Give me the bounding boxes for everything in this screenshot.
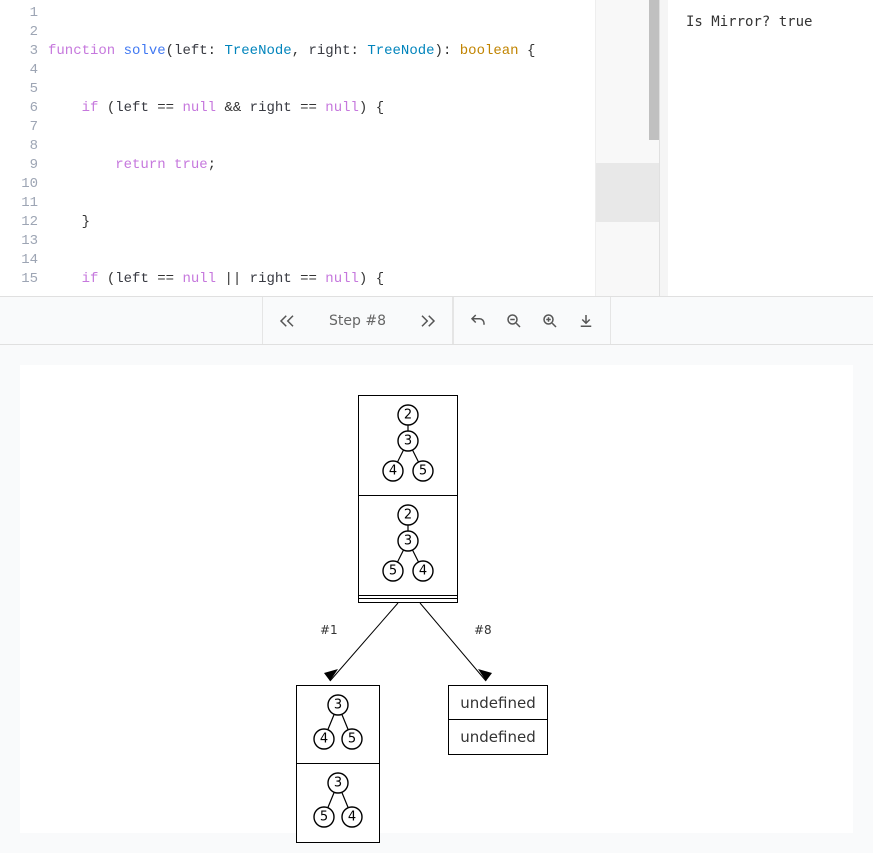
output-text: Is Mirror? true xyxy=(686,14,812,30)
code-area[interactable]: function solve(left: TreeNode, right: Tr… xyxy=(48,0,659,296)
svg-text:3: 3 xyxy=(334,776,342,791)
step-forward-button[interactable] xyxy=(410,303,446,339)
svg-text:4: 4 xyxy=(348,810,356,825)
tree-diagram: 3 5 4 xyxy=(297,765,379,841)
svg-text:5: 5 xyxy=(320,810,328,825)
svg-text:5: 5 xyxy=(419,463,427,478)
download-button[interactable] xyxy=(568,303,604,339)
zoom-in-button[interactable] xyxy=(532,303,568,339)
zoom-out-button[interactable] xyxy=(496,303,532,339)
minimap[interactable] xyxy=(595,0,659,296)
tree-diagram: 2 3 4 5 xyxy=(359,397,457,495)
svg-text:3: 3 xyxy=(404,533,412,548)
tree-edge xyxy=(418,603,498,693)
svg-text:2: 2 xyxy=(404,407,412,422)
line-gutter: 1 2 3 4 5 6 7 8 9 10 11 12 13 14 15 xyxy=(0,0,48,296)
edge-label: #8 xyxy=(474,623,492,637)
svg-text:3: 3 xyxy=(334,697,342,712)
svg-text:4: 4 xyxy=(320,731,328,746)
undefined-cell: undefined xyxy=(449,720,547,754)
svg-text:2: 2 xyxy=(404,507,412,522)
svg-text:5: 5 xyxy=(389,563,397,578)
stack-frame-right: undefined undefined xyxy=(448,685,548,755)
stack-frame-left: 3 4 5 3 5 4 xyxy=(296,685,380,843)
tree-diagram: 2 3 5 4 xyxy=(359,497,457,595)
edge-label: #1 xyxy=(320,623,338,637)
svg-text:5: 5 xyxy=(348,731,356,746)
undefined-cell: undefined xyxy=(449,686,547,720)
svg-text:4: 4 xyxy=(389,463,397,478)
toolbar: Step #8 xyxy=(0,297,873,345)
tree-diagram: 3 4 5 xyxy=(297,687,379,763)
tree-edge xyxy=(320,603,400,693)
code-editor[interactable]: 1 2 3 4 5 6 7 8 9 10 11 12 13 14 15 func… xyxy=(0,0,660,296)
undo-button[interactable] xyxy=(460,303,496,339)
minimap-scrollbar[interactable] xyxy=(649,0,659,140)
step-back-button[interactable] xyxy=(269,303,305,339)
step-indicator: Step #8 xyxy=(305,313,410,329)
visualization-panel[interactable]: 2 3 4 5 2 3 5 4 xyxy=(0,345,873,853)
svg-text:4: 4 xyxy=(419,563,427,578)
svg-text:3: 3 xyxy=(404,433,412,448)
output-panel: Is Mirror? true xyxy=(660,0,873,296)
stack-frame-root: 2 3 4 5 2 3 5 4 xyxy=(358,395,458,603)
